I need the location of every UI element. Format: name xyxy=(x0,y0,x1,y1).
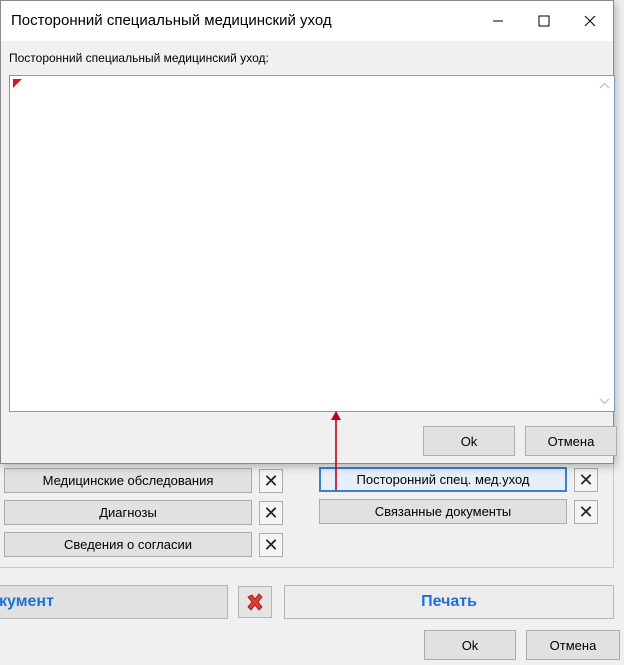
close-icon: ✕ xyxy=(578,469,594,490)
remove-related-documents-button[interactable]: ✕ xyxy=(574,500,598,524)
dialog-title: Посторонний специальный медицинский уход xyxy=(11,12,332,29)
related-documents-button[interactable]: Связанные документы xyxy=(319,499,567,524)
field-label: Посторонний специальный медицинский уход… xyxy=(9,51,269,65)
minimize-icon xyxy=(493,20,503,22)
delete-document-button[interactable] xyxy=(238,586,272,618)
maximize-icon xyxy=(538,15,550,27)
remove-medical-exams-button[interactable]: ✕ xyxy=(259,469,283,493)
medical-exams-button[interactable]: Медицинские обследования xyxy=(4,468,252,493)
main-ok-button[interactable]: Ok xyxy=(424,630,516,660)
care-text-area[interactable] xyxy=(9,75,615,412)
delete-icon xyxy=(247,593,263,611)
document-button-label: кумент xyxy=(0,593,54,610)
outside-medical-care-button[interactable]: Посторонний спец. мед.уход xyxy=(319,467,567,492)
dialog-cancel-button[interactable]: Отмена xyxy=(525,426,617,456)
close-icon xyxy=(584,15,596,27)
maximize-button[interactable] xyxy=(521,1,567,41)
consent-info-button[interactable]: Сведения о согласии xyxy=(4,532,252,557)
required-marker-icon xyxy=(13,79,22,88)
remove-outside-medical-care-button[interactable]: ✕ xyxy=(574,468,598,492)
remove-consent-info-button[interactable]: ✕ xyxy=(259,533,283,557)
scroll-up-icon[interactable] xyxy=(599,82,610,90)
remove-diagnoses-button[interactable]: ✕ xyxy=(259,501,283,525)
annotation-arrow xyxy=(331,411,341,490)
document-button[interactable]: кумент xyxy=(0,585,228,619)
close-button[interactable] xyxy=(567,1,613,41)
scroll-down-icon[interactable] xyxy=(599,397,610,405)
title-bar: Посторонний специальный медицинский уход xyxy=(1,1,613,41)
print-button[interactable]: Печать xyxy=(284,585,614,619)
minimize-button[interactable] xyxy=(475,1,521,41)
close-icon: ✕ xyxy=(263,534,279,555)
dialog-ok-button[interactable]: Ok xyxy=(423,426,515,456)
close-icon: ✕ xyxy=(263,502,279,523)
diagnoses-button[interactable]: Диагнозы xyxy=(4,500,252,525)
main-cancel-button[interactable]: Отмена xyxy=(526,630,620,660)
outside-care-dialog: Посторонний специальный медицинский уход… xyxy=(0,0,617,464)
close-icon: ✕ xyxy=(263,470,279,491)
close-icon: ✕ xyxy=(578,501,594,522)
vertical-scrollbar[interactable] xyxy=(596,77,613,410)
